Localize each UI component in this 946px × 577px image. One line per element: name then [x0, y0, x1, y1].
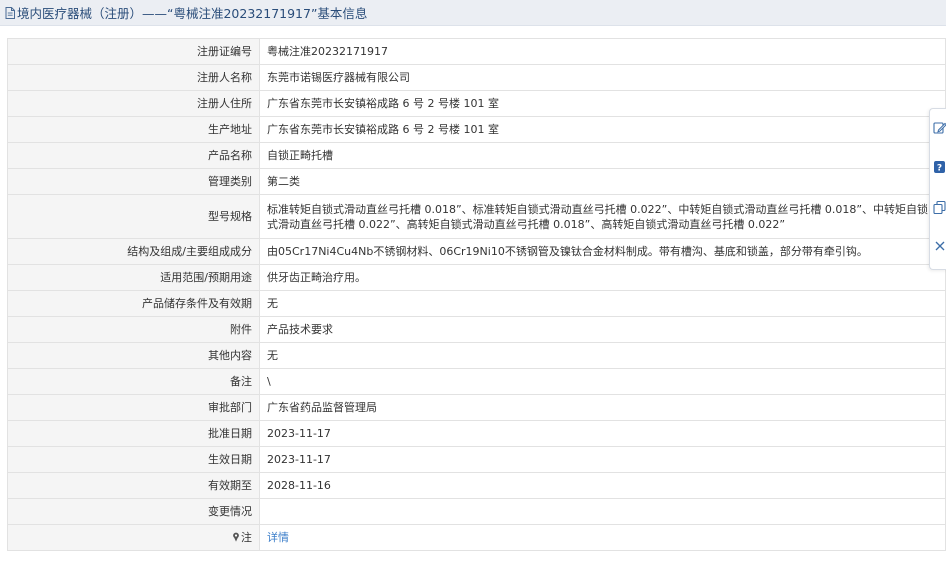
row-value: 自锁正畸托槽	[259, 142, 946, 169]
row-value: 广东省东莞市长安镇裕成路 6 号 2 号楼 101 室	[259, 90, 946, 117]
row-value: 无	[259, 290, 946, 317]
row-value: 由05Cr17Ni4Cu4Nb不锈钢材料、06Cr19Ni10不锈钢管及镍钛合金…	[259, 238, 946, 265]
row-value: 2023-11-17	[259, 446, 946, 473]
row-label: 注册证编号	[7, 38, 260, 65]
page-title: 境内医疗器械（注册）——“粤械注准20232171917”基本信息	[17, 6, 368, 21]
table-row: 批准日期 2023-11-17	[7, 420, 946, 447]
table-row: 其他内容 无	[7, 342, 946, 369]
row-label: 备注	[7, 368, 260, 395]
table-row: 备注 \	[7, 368, 946, 395]
row-label: 注册人名称	[7, 64, 260, 91]
row-value: 东莞市诺锡医疗器械有限公司	[259, 64, 946, 91]
row-label: 批准日期	[7, 420, 260, 447]
row-label: 管理类别	[7, 168, 260, 195]
table-row: 生效日期 2023-11-17	[7, 446, 946, 473]
table-row: 产品储存条件及有效期 无	[7, 290, 946, 317]
row-value: 标准转矩自锁式滑动直丝弓托槽 0.018”、标准转矩自锁式滑动直丝弓托槽 0.0…	[259, 194, 946, 239]
edit-icon[interactable]	[932, 119, 946, 137]
table-row: 有效期至 2028-11-16	[7, 472, 946, 499]
row-label: 有效期至	[7, 472, 260, 499]
table-row: 管理类别 第二类	[7, 168, 946, 195]
table-row: 产品名称 自锁正畸托槽	[7, 142, 946, 169]
row-label: 生产地址	[7, 116, 260, 143]
table-row: 生产地址 广东省东莞市长安镇裕成路 6 号 2 号楼 101 室	[7, 116, 946, 143]
row-value: 广东省东莞市长安镇裕成路 6 号 2 号楼 101 室	[259, 116, 946, 143]
table-row: 注册人住所 广东省东莞市长安镇裕成路 6 号 2 号楼 101 室	[7, 90, 946, 117]
row-label: 注册人住所	[7, 90, 260, 117]
row-label: 其他内容	[7, 342, 260, 369]
details-link[interactable]: 详情	[267, 531, 289, 544]
row-value: 2028-11-16	[259, 472, 946, 499]
row-label: 产品名称	[7, 142, 260, 169]
pin-icon	[232, 531, 240, 542]
row-label: 型号规格	[7, 194, 260, 239]
row-label: 产品储存条件及有效期	[7, 290, 260, 317]
row-value: 广东省药品监督管理局	[259, 394, 946, 421]
row-label: 适用范围/预期用途	[7, 264, 260, 291]
row-value: 2023-11-17	[259, 420, 946, 447]
row-label: 审批部门	[7, 394, 260, 421]
table-row: 适用范围/预期用途 供牙齿正畸治疗用。	[7, 264, 946, 291]
row-label: 变更情况	[7, 498, 260, 525]
table-row: 附件 产品技术要求	[7, 316, 946, 343]
table-row: 结构及组成/主要组成成分 由05Cr17Ni4Cu4Nb不锈钢材料、06Cr19…	[7, 238, 946, 265]
table-row: 注 详情	[7, 524, 946, 551]
row-value: 产品技术要求	[259, 316, 946, 343]
note-label: 注	[241, 531, 252, 544]
title-bar: 境内医疗器械（注册）——“粤械注准20232171917”基本信息	[0, 0, 946, 26]
side-toolbar: ?	[929, 108, 946, 270]
table-row: 型号规格 标准转矩自锁式滑动直丝弓托槽 0.018”、标准转矩自锁式滑动直丝弓托…	[7, 194, 946, 239]
svg-text:?: ?	[937, 164, 942, 174]
row-value: 供牙齿正畸治疗用。	[259, 264, 946, 291]
close-icon[interactable]	[932, 237, 946, 255]
row-value: 详情	[259, 524, 946, 551]
row-value: 第二类	[259, 168, 946, 195]
row-value: \	[259, 368, 946, 395]
row-value: 粤械注准20232171917	[259, 38, 946, 65]
table-row: 注册人名称 东莞市诺锡医疗器械有限公司	[7, 64, 946, 91]
table-row: 变更情况	[7, 498, 946, 525]
table-row: 审批部门 广东省药品监督管理局	[7, 394, 946, 421]
row-label: 生效日期	[7, 446, 260, 473]
note-label-cell: 注	[7, 524, 260, 551]
row-label: 附件	[7, 316, 260, 343]
info-table: 注册证编号 粤械注准20232171917 注册人名称 东莞市诺锡医疗器械有限公…	[7, 38, 946, 551]
row-value: 无	[259, 342, 946, 369]
document-icon	[4, 6, 16, 20]
row-label: 结构及组成/主要组成成分	[7, 238, 260, 265]
help-icon[interactable]: ?	[932, 158, 946, 176]
table-row: 注册证编号 粤械注准20232171917	[7, 38, 946, 65]
copy-icon[interactable]	[932, 198, 946, 216]
row-value	[259, 498, 946, 525]
